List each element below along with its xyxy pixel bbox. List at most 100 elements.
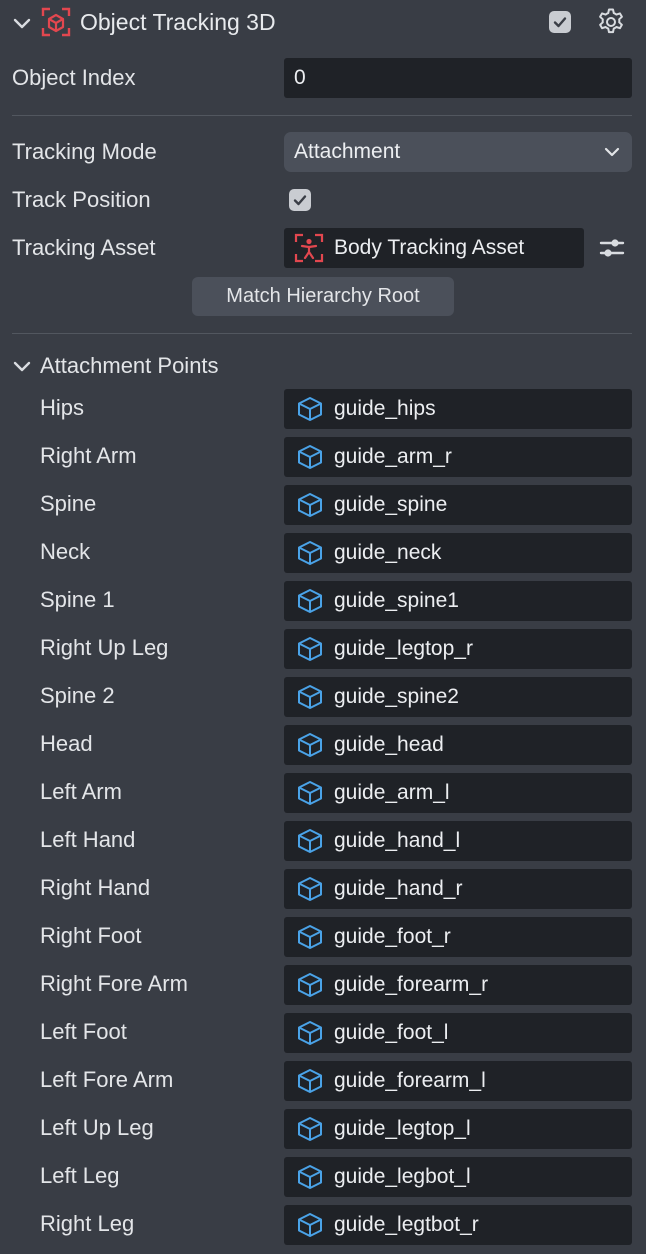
attachment-point-value: guide_legbot_l	[334, 1165, 471, 1188]
cube-icon	[298, 1165, 322, 1189]
tracking-mode-dropdown[interactable]: Attachment	[284, 132, 632, 172]
attachment-point-field[interactable]: guide_spine2	[284, 677, 632, 717]
object-index-label: Object Index	[12, 65, 136, 90]
attachment-point-value: guide_spine1	[334, 589, 459, 612]
cube-icon	[298, 685, 322, 709]
attachment-point-row: Hips guide_hips	[0, 389, 646, 429]
cube-icon	[298, 829, 322, 853]
attachment-point-value: guide_head	[334, 733, 444, 756]
attachment-point-label: Right Leg	[40, 1211, 135, 1236]
tracking-asset-value: Body Tracking Asset	[334, 236, 525, 259]
attachment-point-value: guide_forearm_r	[334, 973, 489, 996]
attachment-point-field[interactable]: guide_foot_r	[284, 917, 632, 957]
attachment-point-value: guide_hips	[334, 397, 436, 420]
cube-icon	[298, 1213, 322, 1237]
component-enabled-checkbox[interactable]	[549, 11, 571, 33]
attachment-point-value: guide_spine2	[334, 685, 459, 708]
attachment-point-label: Left Fore Arm	[40, 1067, 174, 1092]
match-hierarchy-root-button[interactable]: Match Hierarchy Root	[192, 277, 454, 316]
attachment-point-value: guide_neck	[334, 541, 442, 564]
chevron-down-icon	[604, 147, 620, 157]
attachment-point-row: Left Fore Arm guide_forearm_l	[0, 1061, 646, 1101]
cube-icon	[298, 925, 322, 949]
attachment-point-label: Left Foot	[40, 1019, 127, 1044]
attachment-point-value: guide_foot_l	[334, 1021, 449, 1044]
attachment-points-chevron-icon[interactable]	[12, 356, 32, 376]
section-divider	[12, 115, 632, 116]
attachment-point-row: Spine 1 guide_spine1	[0, 581, 646, 621]
attachment-point-label: Head	[40, 731, 93, 756]
attachment-point-label: Left Leg	[40, 1163, 120, 1188]
cube-icon	[298, 1117, 322, 1141]
attachment-point-field[interactable]: guide_legbot_l	[284, 1157, 632, 1197]
component-title: Object Tracking 3D	[80, 9, 276, 35]
attachment-point-value: guide_legtop_r	[334, 637, 473, 660]
cube-icon	[298, 493, 322, 517]
attachment-point-label: Hips	[40, 395, 85, 420]
cube-icon	[298, 445, 322, 469]
sliders-icon[interactable]	[598, 236, 626, 260]
attachment-point-value: guide_hand_r	[334, 877, 463, 900]
attachment-point-field[interactable]: guide_spine	[284, 485, 632, 525]
attachment-point-field[interactable]: guide_forearm_r	[284, 965, 632, 1005]
tracking-asset-field[interactable]: Body Tracking Asset	[284, 228, 584, 268]
attachment-point-value: guide_arm_r	[334, 445, 452, 468]
cube-icon	[298, 589, 322, 613]
attachment-point-label: Neck	[40, 539, 91, 564]
attachment-point-row: Left Foot guide_foot_l	[0, 1013, 646, 1053]
cube-icon	[298, 637, 322, 661]
attachment-point-value: guide_foot_r	[334, 925, 451, 948]
attachment-point-field[interactable]: guide_spine1	[284, 581, 632, 621]
attachment-point-label: Left Up Leg	[40, 1115, 154, 1140]
attachment-point-label: Spine	[40, 491, 97, 516]
cube-icon	[298, 877, 322, 901]
attachment-point-label: Right Fore Arm	[40, 971, 188, 996]
attachment-point-label: Right Arm	[40, 443, 137, 468]
object-index-value: 0	[294, 66, 306, 89]
track-position-checkbox[interactable]	[289, 189, 311, 211]
attachment-point-label: Left Hand	[40, 827, 136, 852]
attachment-point-field[interactable]: guide_hand_l	[284, 821, 632, 861]
tracking-asset-label: Tracking Asset	[12, 235, 156, 260]
attachment-point-label: Right Foot	[40, 923, 142, 948]
attachment-point-row: Left Arm guide_arm_l	[0, 773, 646, 813]
body-tracking-icon	[294, 233, 324, 263]
attachment-point-field[interactable]: guide_arm_l	[284, 773, 632, 813]
cube-icon	[298, 733, 322, 757]
attachment-point-field[interactable]: guide_head	[284, 725, 632, 765]
attachment-point-field[interactable]: guide_neck	[284, 533, 632, 573]
section-divider	[12, 333, 632, 334]
attachment-point-field[interactable]: guide_legtop_l	[284, 1109, 632, 1149]
attachment-point-field[interactable]: guide_hips	[284, 389, 632, 429]
object-tracker-icon	[41, 7, 71, 37]
attachment-point-field[interactable]: guide_foot_l	[284, 1013, 632, 1053]
attachment-point-row: Left Leg guide_legbot_l	[0, 1157, 646, 1197]
attachment-point-field[interactable]: guide_forearm_l	[284, 1061, 632, 1101]
cube-icon	[298, 397, 322, 421]
attachment-point-row: Spine 2 guide_spine2	[0, 677, 646, 717]
cube-icon	[298, 541, 322, 565]
attachment-point-label: Left Arm	[40, 779, 122, 804]
attachment-point-field[interactable]: guide_legtbot_r	[284, 1205, 632, 1245]
checkmark-icon	[553, 17, 567, 28]
attachment-point-label: Spine 1	[40, 587, 115, 612]
cube-icon	[298, 1021, 322, 1045]
gear-icon[interactable]	[596, 7, 626, 37]
attachment-point-value: guide_legtop_l	[334, 1117, 471, 1140]
attachment-point-label: Right Hand	[40, 875, 151, 900]
attachment-point-field[interactable]: guide_hand_r	[284, 869, 632, 909]
attachment-point-row: Head guide_head	[0, 725, 646, 765]
collapse-chevron-icon[interactable]	[12, 13, 32, 33]
attachment-point-field[interactable]: guide_arm_r	[284, 437, 632, 477]
object-index-field[interactable]: 0	[284, 58, 632, 98]
attachment-point-row: Right Arm guide_arm_r	[0, 437, 646, 477]
attachment-point-row: Neck guide_neck	[0, 533, 646, 573]
attachment-point-value: guide_legtbot_r	[334, 1213, 479, 1236]
attachment-points-title: Attachment Points	[40, 353, 219, 378]
track-position-label: Track Position	[12, 187, 151, 212]
checkmark-icon	[293, 195, 307, 206]
attachment-point-field[interactable]: guide_legtop_r	[284, 629, 632, 669]
attachment-point-label: Right Up Leg	[40, 635, 169, 660]
attachment-point-label: Spine 2	[40, 683, 115, 708]
attachment-point-value: guide_spine	[334, 493, 448, 516]
